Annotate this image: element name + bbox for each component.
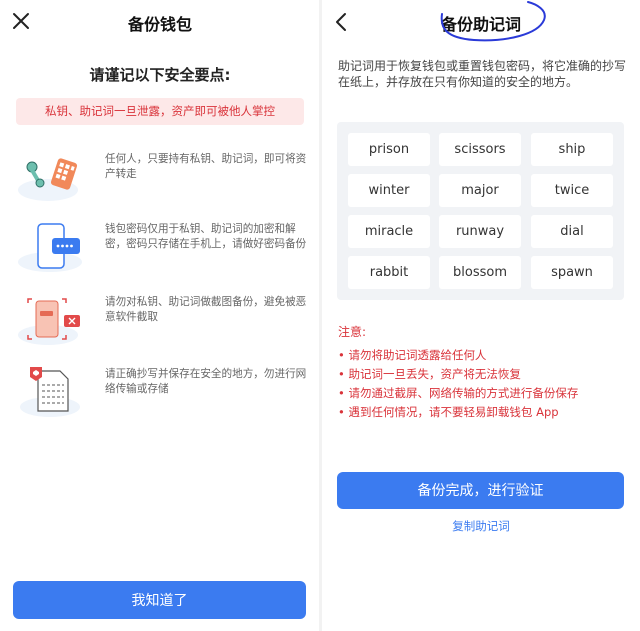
mnemonic-word: major [439,174,521,207]
no-screenshot-illustration-icon [18,293,88,345]
notice-item: • 请勿通过截屏、网络传输的方式进行备份保存 [338,386,579,400]
tip-text: 请正确抄写并保存在安全的地方，勿进行网络传输或存储 [105,368,307,395]
mnemonic-word: miracle [348,215,430,248]
safety-heading: 请谨记以下安全要点: [89,66,231,84]
phone-password-illustration-icon [18,220,88,272]
mnemonic-word: spawn [531,256,613,289]
mnemonic-word: blossom [439,256,521,289]
mnemonic-word: rabbit [348,256,430,289]
notice-list: • 请勿将助记词透露给任何人 • 助记词一旦丢失，资产将无法恢复 • 请勿通过截… [338,346,634,422]
keys-illustration-icon [18,150,88,202]
notice-item: • 请勿将助记词透露给任何人 [338,348,487,362]
tip-item: 请勿对私钥、助记词做截图备份，避免被恶意软件截取 [18,293,308,345]
tip-item: 任何人，只要持有私钥、助记词，即可将资产转走 [18,150,308,202]
notice-item: • 助记词一旦丢失，资产将无法恢复 [338,367,521,381]
document-illustration-icon [18,365,88,417]
backup-done-verify-button[interactable]: 备份完成，进行验证 [337,472,624,509]
backup-wallet-screen: 备份钱包 请谨记以下安全要点: 私钥、助记词一旦泄露，资产即可被他人掌控 任何人… [0,0,320,631]
notice-item: • 遇到任何情况，请不要轻易卸载钱包 App [338,405,559,419]
tip-item: 请正确抄写并保存在安全的地方，勿进行网络传输或存储 [18,365,308,417]
tip-text: 请勿对私钥、助记词做截图备份，避免被恶意软件截取 [105,296,307,323]
tip-item: 钱包密码仅用于私钥、助记词的加密和解密，密码只存储在手机上，请做好密码备份 [18,220,308,272]
mnemonic-description: 助记词用于恢复钱包或重置钱包密码，将它准确的抄写在纸上，并存放在只有你知道的安全… [338,59,627,89]
mnemonic-word: twice [531,174,613,207]
backup-mnemonic-screen: 备份助记词 助记词用于恢复钱包或重置钱包密码，将它准确的抄写在纸上，并存放在只有… [322,0,640,631]
mnemonic-word: ship [531,133,613,166]
mnemonic-word: runway [439,215,521,248]
mnemonic-word: prison [348,133,430,166]
i-understand-button[interactable]: 我知道了 [13,581,306,619]
tip-text: 钱包密码仅用于私钥、助记词的加密和解密，密码只存储在手机上，请做好密码备份 [105,223,307,250]
leak-warning-banner: 私钥、助记词一旦泄露，资产即可被他人掌控 [16,98,304,125]
page-title: 备份钱包 [127,15,192,34]
page-title: 备份助记词 [440,15,521,34]
copy-mnemonic-link[interactable]: 复制助记词 [322,518,640,534]
mnemonic-word: scissors [439,133,521,166]
notice-title: 注意: [338,325,367,339]
mnemonic-word: winter [348,174,430,207]
mnemonic-word: dial [531,215,613,248]
mnemonic-words-grid: prison scissors ship winter major twice … [337,122,624,300]
tip-text: 任何人，只要持有私钥、助记词，即可将资产转走 [105,153,307,180]
